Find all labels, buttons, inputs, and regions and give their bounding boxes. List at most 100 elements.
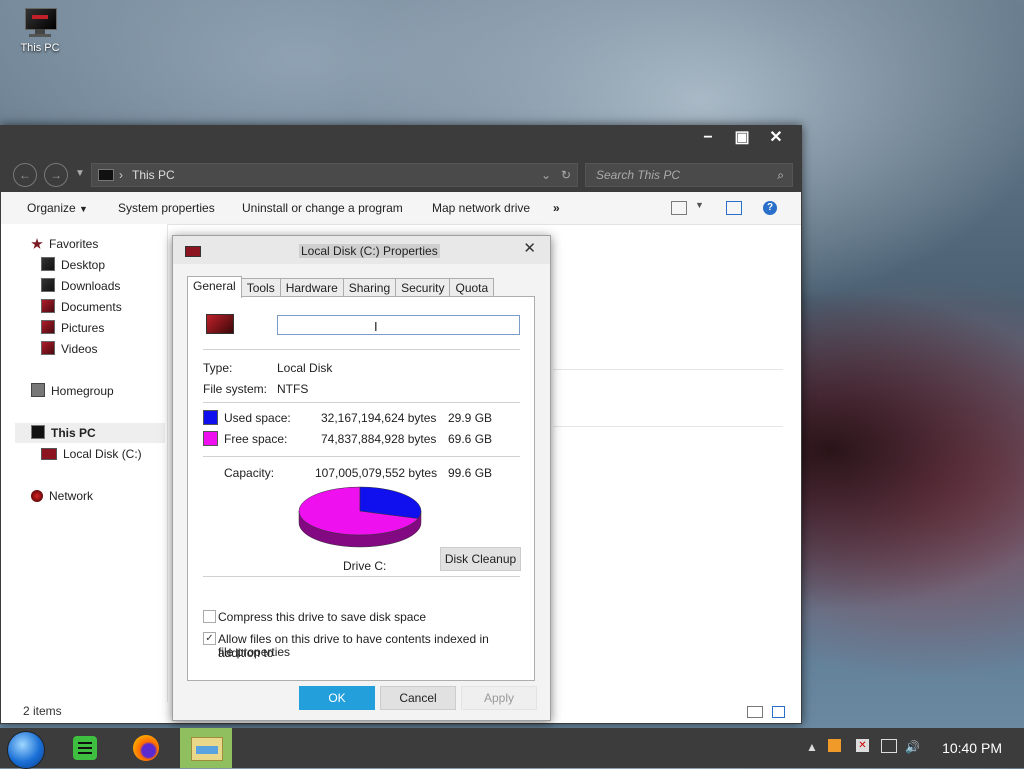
search-input[interactable] bbox=[594, 167, 768, 183]
close-button[interactable]: ✕ bbox=[759, 126, 793, 152]
tab-strip: General Tools Hardware Sharing Security … bbox=[187, 276, 495, 298]
tab-quota[interactable]: Quota bbox=[449, 278, 495, 297]
network-tray-icon[interactable] bbox=[881, 739, 897, 753]
volume-icon[interactable]: 🔊 bbox=[905, 740, 920, 754]
apply-button[interactable]: Apply bbox=[461, 686, 537, 710]
sidebar-item-label: Desktop bbox=[61, 258, 106, 272]
taskbar-app-notes[interactable] bbox=[60, 728, 112, 768]
divider bbox=[203, 402, 520, 403]
tab-tools[interactable]: Tools bbox=[240, 278, 281, 297]
tab-security[interactable]: Security bbox=[395, 278, 451, 297]
free-space-swatch bbox=[203, 431, 218, 446]
sidebar-item-downloads[interactable]: Downloads bbox=[41, 276, 120, 296]
taskbar-app-firefox[interactable] bbox=[120, 728, 172, 768]
recent-locations-chevron-icon[interactable]: ▼ bbox=[75, 163, 85, 185]
text-cursor-icon: I bbox=[374, 319, 378, 334]
type-label: Type: bbox=[203, 361, 233, 375]
sidebar-item-homegroup[interactable]: Homegroup bbox=[31, 381, 114, 401]
index-checkbox[interactable]: ✓ bbox=[203, 632, 216, 645]
free-space-gb: 69.6 GB bbox=[448, 432, 493, 446]
start-button[interactable] bbox=[7, 731, 45, 769]
divider bbox=[553, 369, 783, 370]
breadcrumb-separator-icon[interactable]: › bbox=[119, 164, 123, 186]
search-icon[interactable]: ⌕ bbox=[777, 164, 784, 186]
sidebar-item-pictures[interactable]: Pictures bbox=[41, 318, 104, 338]
sidebar-item-label: Videos bbox=[61, 342, 98, 356]
hard-drive-icon bbox=[41, 448, 57, 460]
more-commands-button[interactable]: » bbox=[553, 192, 560, 224]
sidebar-item-desktop[interactable]: Desktop bbox=[41, 255, 105, 275]
search-box: ⌕ bbox=[585, 163, 793, 187]
help-icon[interactable]: ? bbox=[763, 201, 777, 215]
taskbar: ▲ ✕ 🔊 10:40 PM bbox=[0, 728, 1024, 769]
computer-icon bbox=[23, 8, 57, 38]
uninstall-program-button[interactable]: Uninstall or change a program bbox=[242, 192, 403, 224]
forward-arrow-icon[interactable]: → bbox=[44, 163, 68, 187]
tab-hardware[interactable]: Hardware bbox=[279, 278, 344, 297]
cancel-button[interactable]: Cancel bbox=[380, 686, 456, 710]
maximize-button[interactable]: ▣ bbox=[725, 126, 759, 152]
navigation-pane: Favorites Desktop Downloads Documents Pi… bbox=[1, 224, 168, 702]
compress-checkbox[interactable] bbox=[203, 610, 216, 623]
address-box[interactable]: › This PC ⌄ ↻ bbox=[91, 163, 578, 187]
divider bbox=[203, 576, 520, 577]
tab-sharing[interactable]: Sharing bbox=[342, 278, 397, 297]
desktop-folder-icon bbox=[41, 257, 55, 271]
address-dropdown-icon[interactable]: ⌄ bbox=[541, 164, 551, 186]
tab-general[interactable]: General bbox=[187, 276, 242, 298]
chevron-down-icon: ▼ bbox=[79, 204, 88, 214]
clock[interactable]: 10:40 PM bbox=[942, 740, 1002, 756]
divider bbox=[553, 426, 783, 427]
videos-folder-icon bbox=[41, 341, 55, 355]
file-system-value: NTFS bbox=[277, 382, 309, 396]
taskbar-app-explorer[interactable] bbox=[180, 728, 232, 768]
content-area bbox=[553, 369, 783, 427]
pictures-folder-icon bbox=[41, 320, 55, 334]
app-tray-icon[interactable] bbox=[828, 739, 841, 752]
sidebar-item-local-disk[interactable]: Local Disk (C:) bbox=[41, 444, 142, 464]
system-properties-button[interactable]: System properties bbox=[118, 192, 215, 224]
preview-pane-icon[interactable] bbox=[726, 201, 742, 215]
close-icon[interactable]: ✕ bbox=[523, 239, 536, 257]
item-count: 2 items bbox=[23, 704, 62, 718]
back-arrow-icon[interactable]: ← bbox=[13, 163, 37, 187]
drive-name-input[interactable] bbox=[277, 315, 520, 335]
sidebar-item-videos[interactable]: Videos bbox=[41, 339, 97, 359]
minimize-button[interactable]: − bbox=[691, 126, 725, 152]
sidebar-item-label: Pictures bbox=[61, 321, 105, 335]
capacity-gb: 99.6 GB bbox=[448, 466, 493, 480]
documents-folder-icon bbox=[41, 299, 55, 313]
breadcrumb[interactable]: This PC bbox=[132, 164, 175, 186]
large-icons-view-icon[interactable] bbox=[772, 706, 785, 718]
file-explorer-icon bbox=[191, 737, 223, 761]
organize-label: Organize bbox=[27, 201, 76, 215]
disk-cleanup-button[interactable]: Disk Cleanup bbox=[440, 547, 521, 571]
downloads-folder-icon bbox=[41, 278, 55, 292]
sidebar-item-label: Documents bbox=[61, 300, 122, 314]
change-view-icon[interactable] bbox=[671, 201, 687, 215]
free-space-bytes: 74,837,884,928 bytes bbox=[321, 432, 437, 446]
refresh-icon[interactable]: ↻ bbox=[561, 164, 571, 186]
ok-button[interactable]: OK bbox=[299, 686, 375, 710]
sidebar-item-favorites[interactable]: Favorites bbox=[31, 234, 98, 254]
used-space-gb: 29.9 GB bbox=[448, 411, 493, 425]
desktop-this-pc-icon[interactable]: This PC bbox=[14, 8, 66, 54]
hard-drive-icon bbox=[206, 314, 234, 334]
dialog-titlebar[interactable]: Local Disk (C:) Properties ✕ bbox=[173, 236, 550, 264]
organize-button[interactable]: Organize ▼ bbox=[27, 192, 88, 225]
view-options-chevron-icon[interactable]: ▼ bbox=[695, 200, 704, 210]
details-view-icon[interactable] bbox=[747, 706, 763, 718]
action-center-flag-icon[interactable]: ✕ bbox=[856, 739, 869, 752]
sidebar-item-documents[interactable]: Documents bbox=[41, 297, 122, 317]
explorer-titlebar[interactable]: − ▣ ✕ bbox=[1, 126, 801, 156]
sidebar-item-label: Local Disk (C:) bbox=[63, 447, 142, 461]
capacity-label: Capacity: bbox=[224, 466, 275, 480]
used-space-label: Used space: bbox=[224, 411, 291, 425]
sidebar-item-network[interactable]: Network bbox=[31, 486, 93, 506]
show-hidden-icons-chevron-icon[interactable]: ▲ bbox=[806, 740, 818, 754]
type-value: Local Disk bbox=[277, 361, 333, 375]
map-network-drive-button[interactable]: Map network drive bbox=[432, 192, 530, 224]
sidebar-item-this-pc[interactable]: This PC bbox=[15, 423, 165, 443]
general-tab-panel: I Type: Local Disk File system: NTFS Use… bbox=[187, 296, 535, 681]
sidebar-item-label: Homegroup bbox=[51, 384, 114, 398]
